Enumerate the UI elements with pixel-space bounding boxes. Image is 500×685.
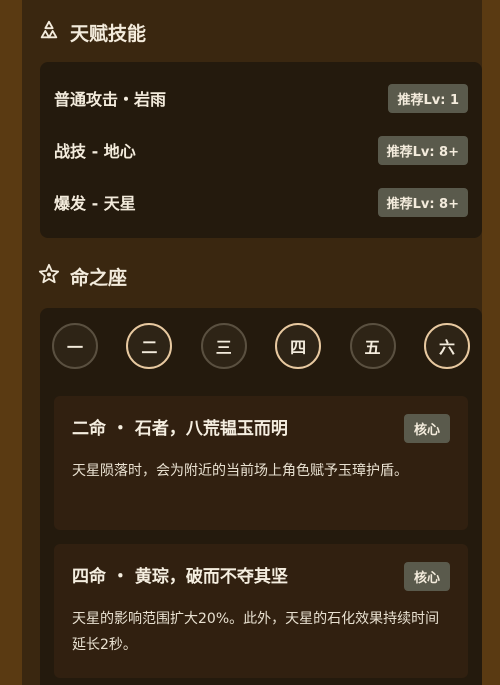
card-description: 天星的影响范围扩大20%。此外，天星的石化效果持续时间延长2秒。 xyxy=(72,611,440,653)
recommend-badge: 推荐Lv: 8+ xyxy=(377,187,468,217)
core-badge: 核心 xyxy=(403,562,450,591)
skill-name: 战技 - 地心 xyxy=(54,142,136,161)
constellation-5-button[interactable]: 五 xyxy=(349,323,396,369)
constellation-title: 命之座 xyxy=(70,266,128,289)
talents-header: 天赋技能 xyxy=(38,18,146,46)
constellation-4-button[interactable]: 四 xyxy=(275,323,322,369)
skill-row[interactable]: 普通攻击・岩雨 推荐Lv: 1 xyxy=(54,82,468,114)
constellation-header: 命之座 xyxy=(38,262,127,290)
talents-title: 天赋技能 xyxy=(70,22,147,45)
skill-name: 爆发 - 天星 xyxy=(54,194,136,213)
content-column: 天赋技能 普通攻击・岩雨 推荐Lv: 1 战技 - 地心 推荐Lv: 8+ 爆发… xyxy=(22,0,482,685)
talents-panel: 普通攻击・岩雨 推荐Lv: 1 战技 - 地心 推荐Lv: 8+ 爆发 - 天星… xyxy=(40,62,482,238)
constellation-selector: 一 二 三 四 五 六 xyxy=(52,320,470,372)
star-icon xyxy=(38,263,60,290)
recommend-badge: 推荐Lv: 8+ xyxy=(377,135,468,165)
skill-name: 普通攻击・岩雨 xyxy=(54,90,167,109)
constellation-card: 二命 ・ 石者，八荒韫玉而明 核心 天星陨落时，会为附近的当前场上角色赋予玉璋护… xyxy=(54,396,468,530)
card-title: 四命 ・ 黄琮，破而不夺其坚 xyxy=(72,567,288,587)
constellation-1-button[interactable]: 一 xyxy=(52,323,98,369)
skill-row[interactable]: 爆发 - 天星 推荐Lv: 8+ xyxy=(54,186,468,218)
constellation-6-button[interactable]: 六 xyxy=(423,323,470,369)
constellation-3-button[interactable]: 三 xyxy=(200,323,247,369)
recommend-badge: 推荐Lv: 1 xyxy=(388,83,468,113)
constellation-2-button[interactable]: 二 xyxy=(126,323,173,369)
card-title: 二命 ・ 石者，八荒韫玉而明 xyxy=(72,419,288,439)
recycle-icon xyxy=(38,19,60,46)
constellation-card: 四命 ・ 黄琮，破而不夺其坚 核心 天星的影响范围扩大20%。此外，天星的石化效… xyxy=(54,544,468,678)
card-description: 天星陨落时，会为附近的当前场上角色赋予玉璋护盾。 xyxy=(72,463,408,479)
skill-row[interactable]: 战技 - 地心 推荐Lv: 8+ xyxy=(54,134,468,166)
constellation-panel: 一 二 三 四 五 六 二命 ・ 石者，八荒韫玉而明 核心 天星陨落时，会为附近… xyxy=(40,308,482,685)
core-badge: 核心 xyxy=(403,414,450,443)
